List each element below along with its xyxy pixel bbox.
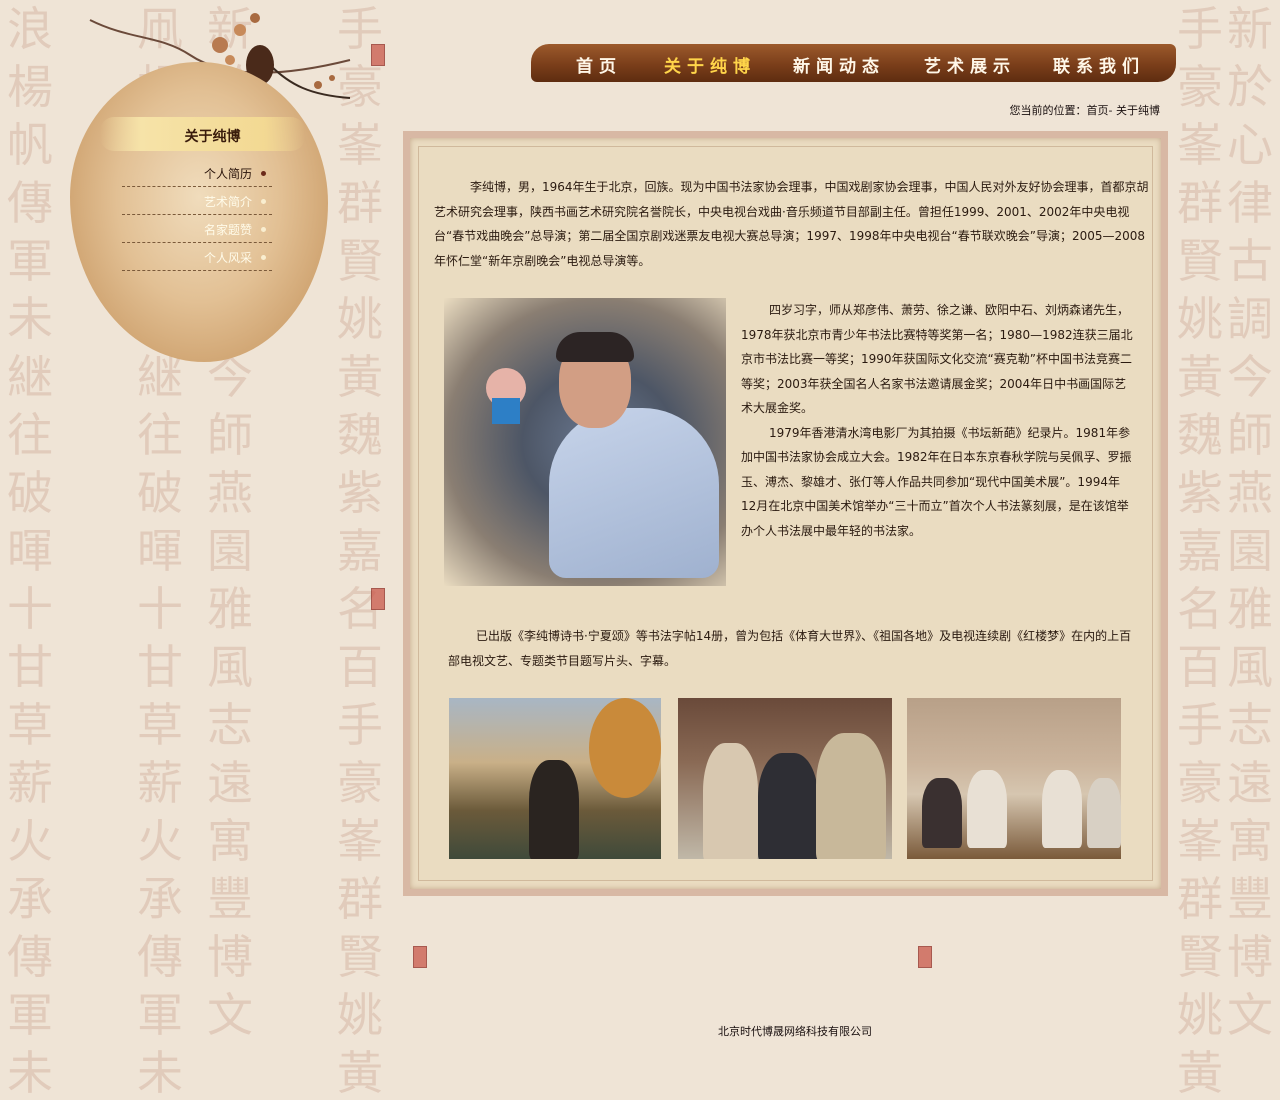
photo-figure: [758, 753, 818, 859]
sidebar-item-style[interactable]: 个人风采: [122, 244, 272, 271]
sidebar-item-resume[interactable]: 个人简历: [122, 160, 272, 187]
nav-news[interactable]: 新闻动态: [793, 52, 885, 77]
bio-paragraph-2: 四岁习字，师从郑彦伟、萧劳、徐之谦、欧阳中石、刘炳森诸先生，1978年获北京市青…: [741, 298, 1134, 543]
sidebar-menu: 个人简历 艺术简介 名家题赞 个人风采: [122, 160, 272, 272]
photo-tree: [589, 698, 661, 798]
sidebar-item-label: 个人简历: [203, 166, 252, 181]
portrait-photo: [444, 298, 726, 586]
bio-paragraph-3: 已出版《李纯博诗书·宁夏颂》等书法字帖14册，曾为包括《体育大世界》、《祖国各地…: [448, 629, 1132, 668]
menu-dot-icon: [261, 255, 266, 260]
gallery-photo-1[interactable]: [449, 698, 661, 859]
bio-paragraph-2a: 四岁习字，师从郑彦伟、萧劳、徐之谦、欧阳中石、刘炳森诸先生，1978年获北京市青…: [741, 303, 1133, 415]
photo-figure: [1087, 778, 1121, 848]
photo-figure: [967, 770, 1007, 848]
seal-stamp-icon: [371, 588, 385, 610]
sidebar-item-art-intro[interactable]: 艺术简介: [122, 188, 272, 215]
breadcrumb: 您当前的位置：首页- 关于纯博: [1009, 104, 1160, 117]
seal-stamp-icon: [371, 44, 385, 66]
background-calligraphy-right-2: 手豪峯群賢姚黃魏紫嘉名百手豪峯群賢姚黃: [1177, 2, 1223, 1100]
menu-dot-icon: [261, 227, 266, 232]
seal-stamp-icon: [918, 946, 932, 968]
seal-stamp-icon: [413, 946, 427, 968]
photo-figure: [1042, 770, 1082, 848]
menu-dot-icon: [261, 171, 266, 176]
photo-figure: [816, 733, 886, 859]
background-calligraphy-left: 浪楊帆傳軍未継往破暉十甘草薪火承傳軍未継往破: [7, 2, 53, 1100]
photo-figure: [922, 778, 962, 848]
portrait-figure-hair: [556, 332, 634, 362]
nav-art[interactable]: 艺术展示: [924, 52, 1016, 77]
photo-figure: [703, 743, 758, 859]
sidebar-item-label: 艺术简介: [203, 194, 252, 209]
photo-figure: [529, 760, 579, 859]
portrait-figure-body: [549, 408, 719, 578]
sidebar-item-praise[interactable]: 名家题赞: [122, 216, 272, 243]
background-calligraphy-mid-2: 手豪峯群賢姚黃魏紫嘉名百手豪峯群賢姚黃: [337, 2, 383, 1100]
sidebar-title: 关于纯博: [184, 129, 241, 145]
vase-decoration: [492, 398, 520, 424]
bio-paragraph-2b: 1979年香港清水湾电影厂为其拍摄《书坛新葩》纪录片。1981年参加中国书法家协…: [741, 425, 1132, 538]
footer-company: 北京时代博晟网络科技有限公司: [718, 1025, 872, 1038]
gallery-photo-2[interactable]: [678, 698, 892, 859]
menu-dot-icon: [261, 199, 266, 204]
top-nav: 首页 关于纯博 新闻动态 艺术展示 联系我们: [531, 44, 1176, 82]
gallery-photo-3[interactable]: [907, 698, 1121, 859]
nav-contact[interactable]: 联系我们: [1053, 52, 1145, 77]
bio-paragraph-1: 李纯博，男，1964年生于北京，回族。现为中国书法家协会理事，中国戏剧家协会理事…: [434, 180, 1149, 268]
sidebar-item-label: 个人风采: [203, 250, 252, 265]
nav-about[interactable]: 关于纯博: [664, 52, 756, 77]
sidebar-item-label: 名家题赞: [203, 222, 252, 237]
nav-home[interactable]: 首页: [576, 52, 622, 77]
